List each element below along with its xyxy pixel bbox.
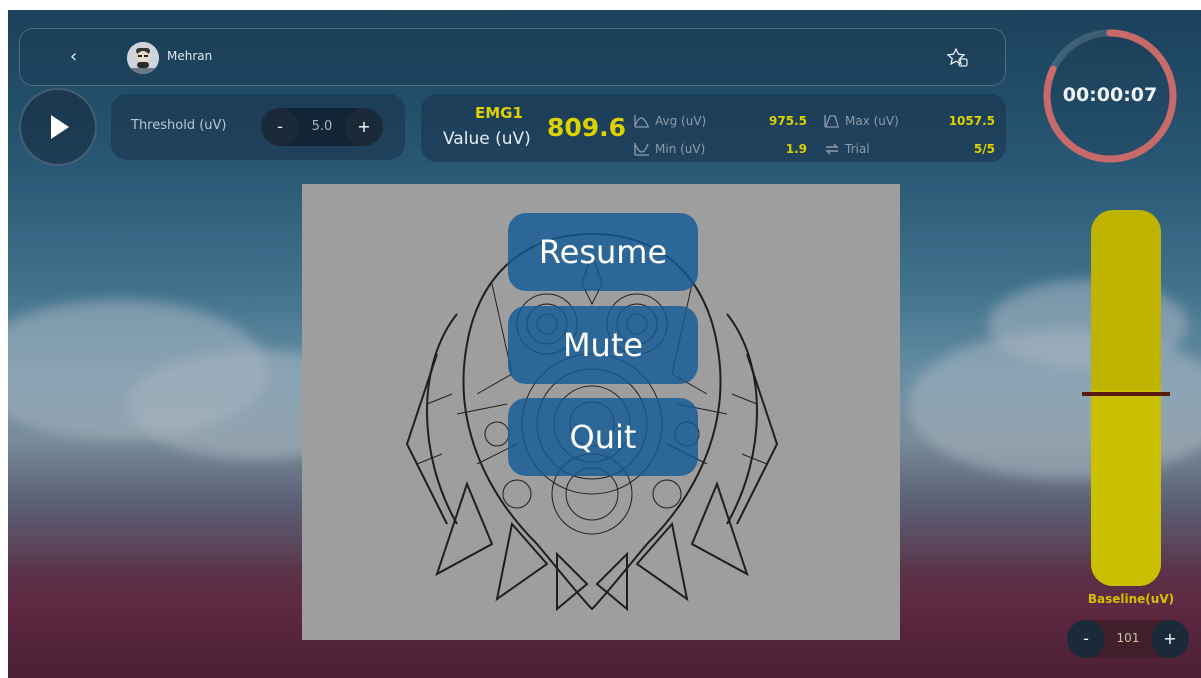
stats-panel: EMG1 Value (uV) 809.6 Avg (uV) 975.5 Min…	[421, 94, 1006, 162]
baseline-decrease-button[interactable]: -	[1067, 620, 1105, 658]
chevron-left-icon: ‹	[70, 46, 78, 67]
value-label: Value (uV)	[443, 129, 531, 149]
timer-text: 00:00:07	[1062, 84, 1158, 106]
trial-label: Trial	[845, 142, 870, 156]
avg-icon	[634, 115, 649, 128]
min-icon	[634, 143, 649, 156]
baseline-increase-button[interactable]: +	[1151, 620, 1189, 658]
repeat-icon	[825, 143, 839, 155]
channel-label: EMG1	[475, 104, 523, 122]
threshold-increase-button[interactable]: +	[345, 108, 383, 146]
baseline-stepper: - 101 +	[1067, 620, 1189, 658]
threshold-stepper: - 5.0 +	[261, 108, 383, 146]
min-value: 1.9	[785, 142, 807, 156]
star-add-icon	[946, 47, 968, 67]
threshold-marker[interactable]	[1082, 392, 1170, 396]
avatar	[127, 42, 159, 74]
current-value: 809.6	[547, 113, 627, 142]
threshold-value: 5.0	[311, 119, 333, 134]
favorite-button[interactable]	[945, 46, 969, 70]
max-value: 1057.5	[948, 114, 995, 128]
back-button[interactable]: ‹	[70, 46, 86, 67]
user-name: Mehran	[167, 49, 213, 63]
play-icon	[51, 115, 69, 139]
play-button[interactable]	[19, 88, 97, 166]
threshold-decrease-button[interactable]: -	[261, 108, 299, 146]
baseline-meter-fill	[1091, 390, 1161, 586]
quit-button[interactable]: Quit	[508, 398, 698, 476]
session-timer: 00:00:07	[1040, 26, 1180, 166]
threshold-panel: Threshold (uV) - 5.0 +	[111, 94, 405, 160]
threshold-label: Threshold (uV)	[131, 118, 227, 133]
baseline-meter	[1091, 210, 1161, 586]
baseline-value: 101	[1116, 631, 1140, 645]
avg-value: 975.5	[769, 114, 807, 128]
mute-button[interactable]: Mute	[508, 306, 698, 384]
max-icon	[824, 115, 839, 128]
baseline-label: Baseline(uV)	[1087, 592, 1175, 606]
header-bar: ‹ Mehran	[19, 28, 1006, 86]
max-label: Max (uV)	[845, 114, 899, 128]
avg-label: Avg (uV)	[655, 114, 707, 128]
resume-button[interactable]: Resume	[508, 213, 698, 291]
trial-value: 5/5	[973, 142, 995, 156]
min-label: Min (uV)	[655, 142, 706, 156]
